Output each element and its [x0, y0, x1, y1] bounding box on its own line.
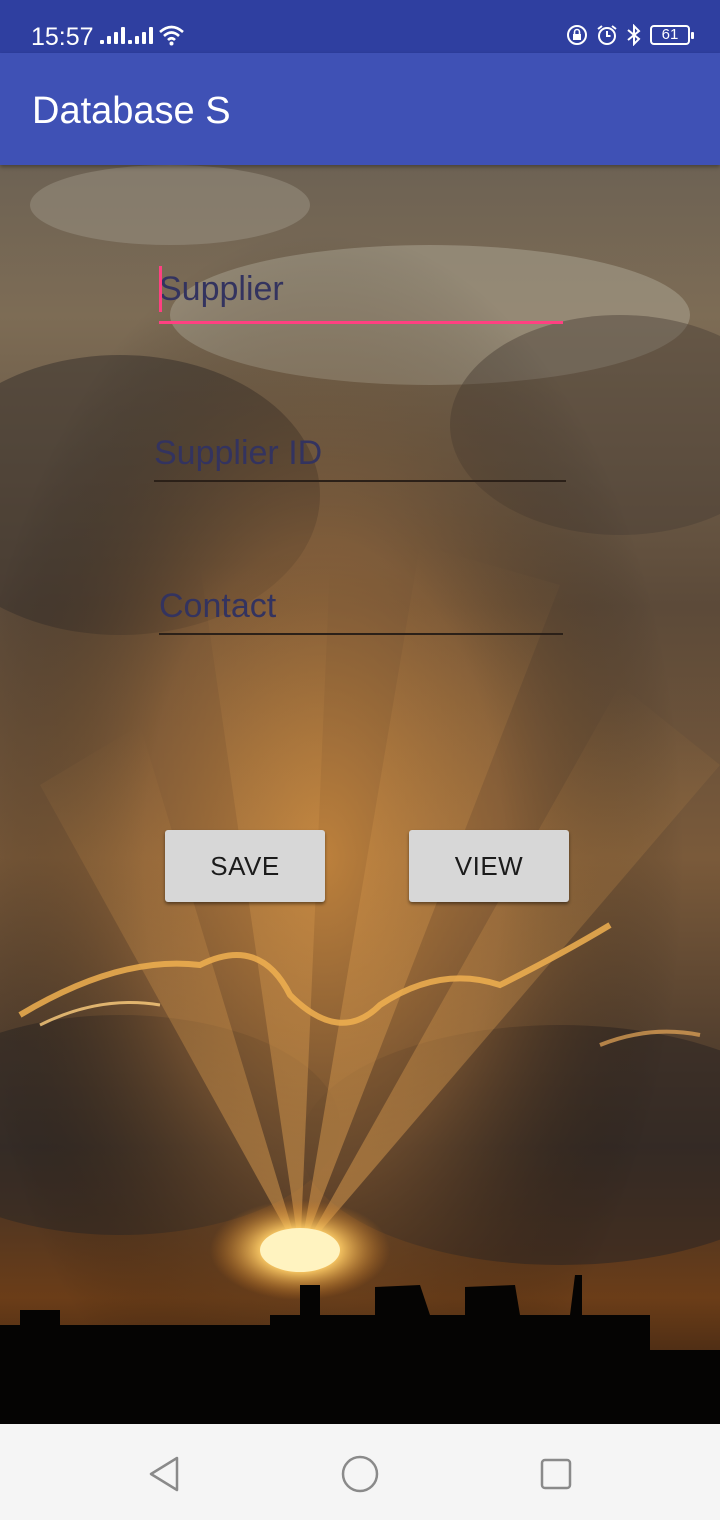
save-button[interactable]: SAVE — [165, 830, 325, 902]
contact-field[interactable] — [159, 583, 563, 635]
status-time: 15:57 — [31, 23, 94, 51]
supplier-id-input[interactable] — [154, 430, 566, 476]
back-icon[interactable] — [144, 1454, 184, 1494]
supplier-id-underline — [154, 480, 566, 482]
main-content: SAVE VIEW — [0, 165, 720, 1424]
supplier-underline — [159, 321, 563, 324]
recents-icon[interactable] — [536, 1454, 576, 1494]
signal-icon — [128, 26, 153, 44]
contact-input[interactable] — [159, 583, 563, 629]
supplier-field[interactable] — [159, 266, 563, 324]
supplier-input[interactable] — [159, 266, 563, 312]
sunset-background-image — [0, 165, 720, 1424]
text-cursor — [159, 266, 162, 312]
navigation-bar — [0, 1424, 720, 1520]
app-bar: Database S — [0, 53, 720, 165]
battery-icon: 61 — [650, 25, 694, 45]
contact-underline — [159, 633, 563, 635]
home-icon[interactable] — [340, 1454, 380, 1494]
supplier-id-field[interactable] — [154, 430, 566, 482]
status-bar: 15:57 61 — [0, 0, 720, 53]
app-title: Database S — [32, 90, 231, 132]
signal-icon — [100, 26, 125, 44]
alarm-icon — [597, 25, 617, 45]
wifi-icon — [159, 25, 184, 46]
view-button[interactable]: VIEW — [409, 830, 569, 902]
lock-rotation-icon — [567, 25, 587, 45]
bluetooth-icon — [627, 24, 641, 46]
